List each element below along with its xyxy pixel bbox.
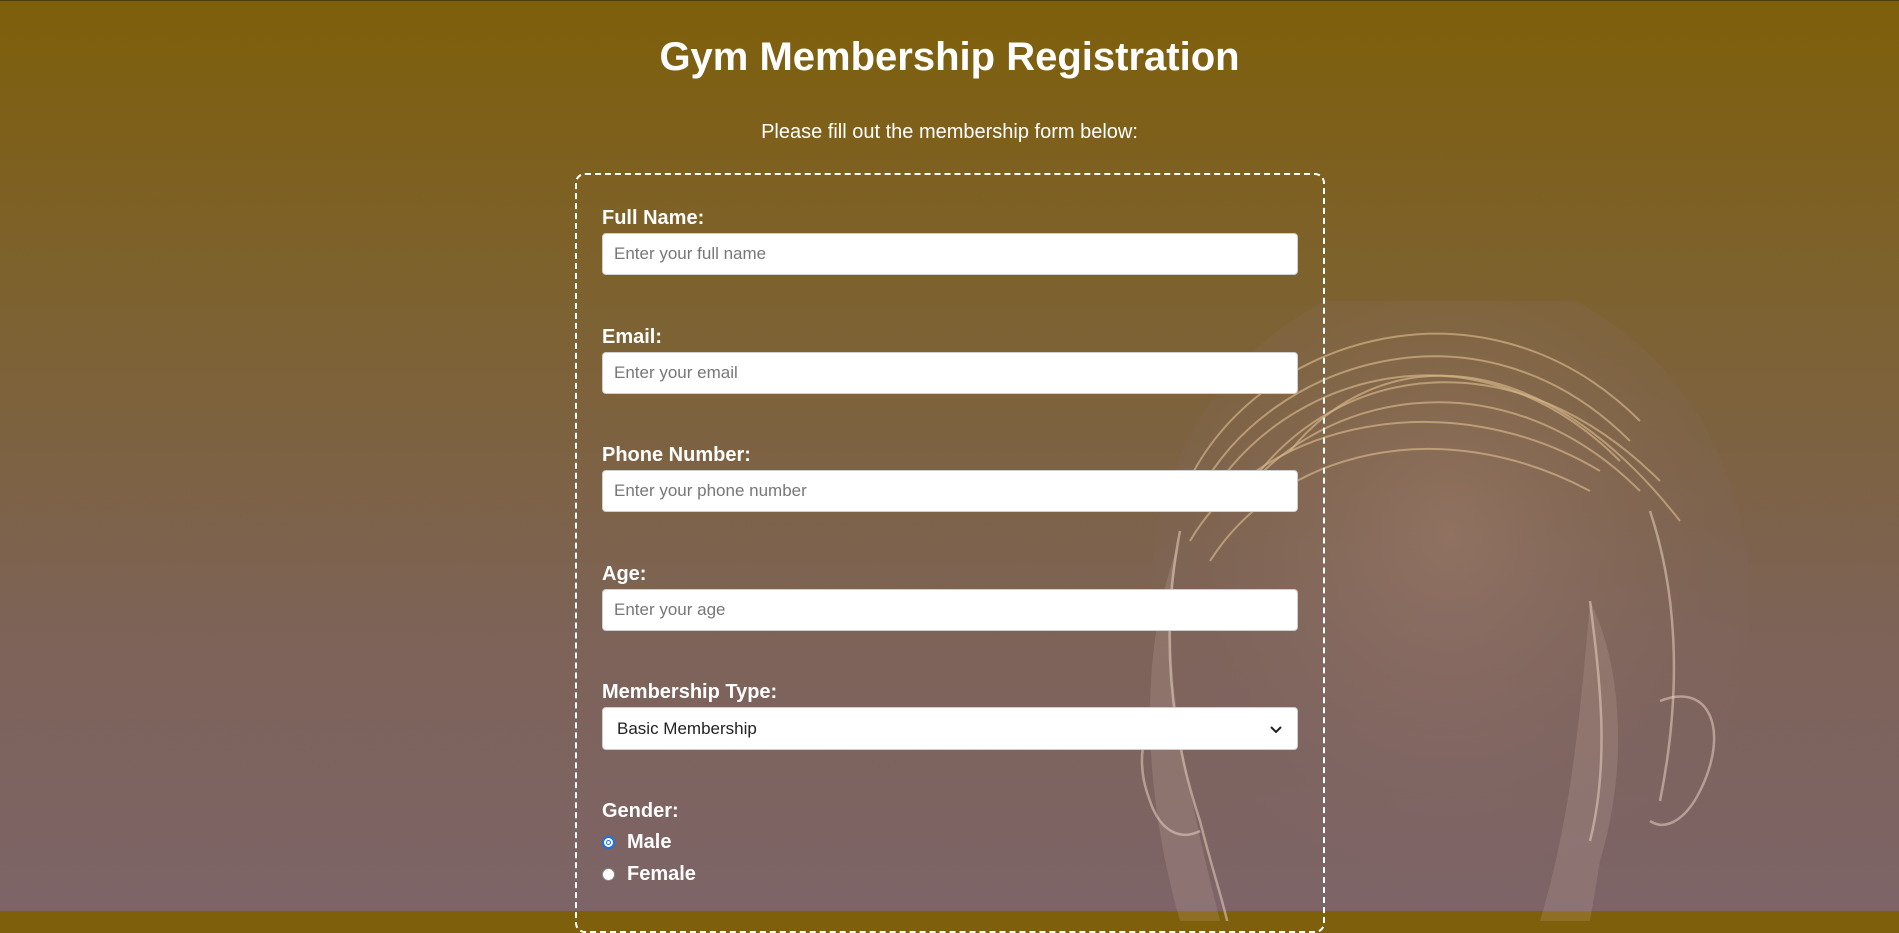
chevron-down-icon xyxy=(1270,725,1282,733)
female-radio-button[interactable] xyxy=(602,868,615,881)
gender-option-female[interactable]: Female xyxy=(602,863,696,886)
membership-type-select[interactable]: Basic Membership xyxy=(602,707,1298,750)
membership-type-label: Membership Type: xyxy=(602,681,778,703)
membership-form: Full Name: Email: Phone Number: Age: Mem… xyxy=(575,173,1325,933)
female-radio-label: Female xyxy=(627,863,696,885)
email-label: Email: xyxy=(602,326,663,348)
male-radio-button[interactable] xyxy=(602,836,615,849)
full-name-input[interactable] xyxy=(602,233,1298,275)
page-title: Gym Membership Registration xyxy=(659,35,1240,79)
gender-label: Gender: xyxy=(602,800,679,822)
page-subtitle: Please fill out the membership form belo… xyxy=(761,121,1138,143)
age-label: Age: xyxy=(602,563,647,585)
membership-type-selected: Basic Membership xyxy=(617,718,757,738)
gender-option-male[interactable]: Male xyxy=(602,831,671,854)
age-input[interactable] xyxy=(602,589,1298,631)
male-radio-label: Male xyxy=(627,831,672,853)
phone-input[interactable] xyxy=(602,470,1298,512)
email-input[interactable] xyxy=(602,352,1298,394)
phone-label: Phone Number: xyxy=(602,444,751,466)
full-name-label: Full Name: xyxy=(602,207,705,229)
